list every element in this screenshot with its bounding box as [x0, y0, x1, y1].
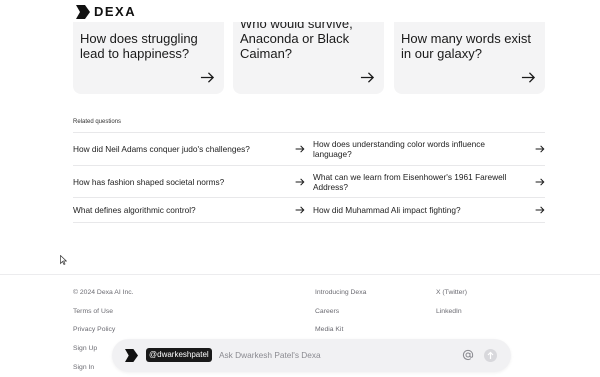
related-question-link[interactable]: What can we learn from Eisenhower's 1961…	[313, 166, 545, 197]
terms-link[interactable]: Terms of Use	[73, 308, 113, 315]
at-sign-icon[interactable]	[462, 349, 474, 361]
arrow-right-icon	[200, 72, 215, 83]
mention-chip[interactable]: @dwarkeshpatel	[146, 348, 212, 362]
related-row: How has fashion shaped societal norms? W…	[73, 165, 545, 197]
card-title: How does struggling lead to happiness?	[80, 31, 198, 61]
related-row: What defines algorithmic control? How di…	[73, 197, 545, 223]
related-question-text: What defines algorithmic control?	[73, 205, 196, 215]
ask-input[interactable]	[219, 347, 449, 363]
related-question-text: What can we learn from Eisenhower's 1961…	[313, 171, 507, 192]
arrow-right-icon	[360, 72, 375, 83]
copyright-text: © 2024 Dexa AI Inc.	[73, 289, 134, 296]
related-question-text: How did Muhammad Ali impact fighting?	[313, 205, 461, 215]
dexa-logo[interactable]: DEXA	[76, 4, 136, 19]
linkedin-link[interactable]: LinkedIn	[436, 308, 462, 315]
arrow-up-icon	[487, 351, 494, 359]
card-title: How many words exist in our galaxy?	[401, 31, 532, 61]
related-question-text: How did Neil Adams conquer judo's challe…	[73, 144, 250, 154]
mouse-cursor-icon	[60, 255, 67, 265]
sign-up-link[interactable]: Sign Up	[73, 345, 97, 352]
arrow-right-icon	[535, 178, 545, 185]
arrow-right-icon	[295, 178, 305, 185]
send-button[interactable]	[484, 349, 497, 362]
related-question-link[interactable]: How did Neil Adams conquer judo's challe…	[73, 133, 305, 165]
twitter-link[interactable]: X (Twitter)	[436, 289, 467, 296]
sign-in-link[interactable]: Sign In	[73, 364, 94, 371]
dexa-logo-icon	[76, 4, 90, 19]
arrow-right-icon	[295, 145, 305, 153]
ask-bar: @dwarkeshpatel	[112, 339, 511, 372]
media-kit-link[interactable]: Media Kit	[315, 326, 343, 333]
arrow-right-icon	[295, 206, 305, 214]
related-questions-heading: Related questions	[73, 119, 122, 125]
arrow-right-icon	[535, 206, 545, 214]
related-question-text: How has fashion shaped societal norms?	[73, 176, 225, 187]
privacy-link[interactable]: Privacy Policy	[73, 326, 115, 333]
related-question-link[interactable]: How did Muhammad Ali impact fighting?	[313, 198, 545, 222]
related-row: How did Neil Adams conquer judo's challe…	[73, 132, 545, 165]
related-question-text: How does understanding color words influ…	[313, 139, 486, 159]
related-question-link[interactable]: How does understanding color words influ…	[313, 133, 545, 165]
arrow-right-icon	[521, 72, 536, 83]
related-question-link[interactable]: How has fashion shaped societal norms?	[73, 166, 305, 197]
related-question-link[interactable]: What defines algorithmic control?	[73, 198, 305, 222]
site-header: DEXA	[0, 0, 600, 22]
dexa-logo-icon	[125, 349, 138, 362]
careers-link[interactable]: Careers	[315, 308, 339, 315]
brand-name: DEXA	[94, 4, 137, 19]
card-title: Who would survive, Anaconda or Black Cai…	[240, 16, 353, 61]
introducing-dexa-link[interactable]: Introducing Dexa	[315, 289, 366, 296]
arrow-right-icon	[535, 145, 545, 153]
